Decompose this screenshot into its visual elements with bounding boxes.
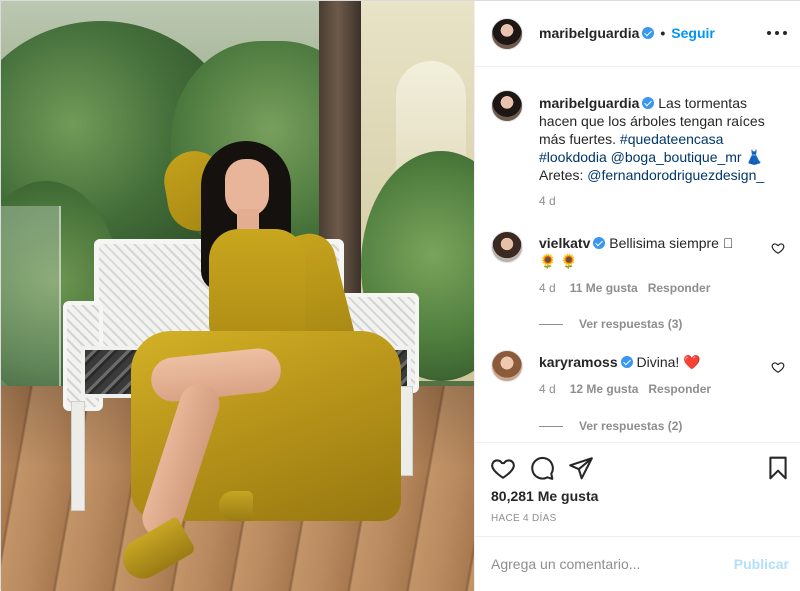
replies-divider bbox=[539, 425, 563, 427]
author-avatar[interactable] bbox=[491, 18, 523, 50]
post-side-panel: maribelguardia • Seguir maribelguardia Las… bbox=[474, 1, 800, 591]
save-bookmark-icon[interactable] bbox=[765, 455, 791, 481]
replies-divider bbox=[539, 323, 563, 325]
verified-badge-icon bbox=[642, 27, 655, 39]
comment-meta: 4 d 12 Me gusta Responder bbox=[539, 382, 721, 396]
comment-likes[interactable]: 12 Me gusta bbox=[570, 382, 639, 396]
caption-text: maribelguardia Las tormentas hacen que l… bbox=[539, 94, 779, 184]
header-author-line: maribelguardia • Seguir bbox=[539, 25, 715, 41]
separator-dot: • bbox=[660, 25, 666, 41]
follow-button[interactable]: Seguir bbox=[671, 25, 715, 41]
comment-bubble-icon[interactable] bbox=[529, 455, 555, 481]
likes-count[interactable]: 80,281 Me gusta bbox=[491, 488, 598, 504]
comment-input[interactable] bbox=[491, 553, 711, 575]
mention-link[interactable]: @fernandorodriguezdesign_ bbox=[587, 167, 764, 183]
photo-dress-bodice bbox=[209, 229, 305, 339]
hashtag-link[interactable]: #lookdodia bbox=[539, 149, 607, 165]
caption-avatar[interactable] bbox=[491, 90, 523, 122]
photo-bench-leg bbox=[399, 386, 413, 476]
comment-body: Bellisima siempre 🏻 bbox=[609, 235, 734, 251]
post-header: maribelguardia • Seguir bbox=[475, 1, 800, 67]
comments-list[interactable]: maribelguardia Las tormentas hacen que l… bbox=[475, 68, 800, 442]
post-photo[interactable] bbox=[1, 1, 474, 591]
reply-button[interactable]: Responder bbox=[648, 382, 711, 396]
comment-item: vielkatv Bellisima siempre 🏻 🌻 🌻 4 d 11 M… bbox=[491, 231, 791, 331]
post-timestamp[interactable]: HACE 4 DÍAS bbox=[491, 513, 557, 524]
view-replies-button[interactable]: Ver respuestas (3) bbox=[579, 317, 682, 331]
comment-meta: 4 d 11 Me gusta Responder bbox=[539, 281, 720, 295]
view-replies-row[interactable]: Ver respuestas (3) bbox=[539, 315, 682, 331]
comment-age[interactable]: 4 d bbox=[539, 382, 556, 396]
share-paper-plane-icon[interactable] bbox=[568, 455, 594, 481]
publish-button[interactable]: Publicar bbox=[734, 556, 789, 572]
view-replies-button[interactable]: Ver respuestas (2) bbox=[579, 419, 682, 433]
commenter-username[interactable]: vielkatv bbox=[539, 235, 590, 251]
comment-emojis: 🌻 🌻 bbox=[539, 253, 578, 269]
caption-age[interactable]: 4 d bbox=[539, 194, 556, 208]
commenter-avatar[interactable] bbox=[491, 350, 523, 382]
photo-bench-leg bbox=[71, 401, 85, 511]
verified-badge-icon bbox=[642, 97, 655, 109]
comment-text: karyramoss Divina! ❤️ bbox=[539, 353, 764, 371]
like-comment-heart-icon[interactable] bbox=[771, 241, 785, 255]
comment-likes[interactable]: 11 Me gusta bbox=[570, 281, 638, 295]
author-username[interactable]: maribelguardia bbox=[539, 25, 639, 41]
verified-badge-icon bbox=[593, 237, 606, 249]
add-comment-bar: Publicar bbox=[475, 536, 800, 591]
like-heart-icon[interactable] bbox=[490, 455, 516, 481]
comment-item: karyramoss Divina! ❤️ 4 d 12 Me gusta Resp… bbox=[491, 350, 791, 440]
verified-badge-icon bbox=[620, 356, 633, 368]
like-comment-heart-icon[interactable] bbox=[771, 360, 785, 374]
commenter-username[interactable]: karyramoss bbox=[539, 354, 618, 370]
view-replies-row[interactable]: Ver respuestas (2) bbox=[539, 417, 682, 433]
comment-body: Divina! ❤️ bbox=[636, 354, 701, 370]
earrings-label: Aretes: bbox=[539, 167, 584, 183]
action-bar: 80,281 Me gusta HACE 4 DÍAS bbox=[475, 442, 800, 542]
caption: maribelguardia Las tormentas hacen que l… bbox=[491, 90, 791, 210]
photo-shoe bbox=[219, 491, 253, 521]
comment-text: vielkatv Bellisima siempre 🏻 🌻 🌻 bbox=[539, 234, 764, 270]
comment-age[interactable]: 4 d bbox=[539, 281, 556, 295]
commenter-avatar[interactable] bbox=[491, 231, 523, 263]
instagram-post: maribelguardia • Seguir maribelguardia Las… bbox=[0, 0, 800, 591]
hashtag-link[interactable]: #quedateencasa bbox=[620, 131, 724, 147]
caption-username[interactable]: maribelguardia bbox=[539, 95, 639, 111]
mention-link[interactable]: @boga_boutique_mr bbox=[611, 149, 742, 165]
reply-button[interactable]: Responder bbox=[648, 281, 711, 295]
more-options-icon[interactable] bbox=[765, 23, 789, 41]
dress-emoji: 👗 bbox=[745, 149, 763, 165]
